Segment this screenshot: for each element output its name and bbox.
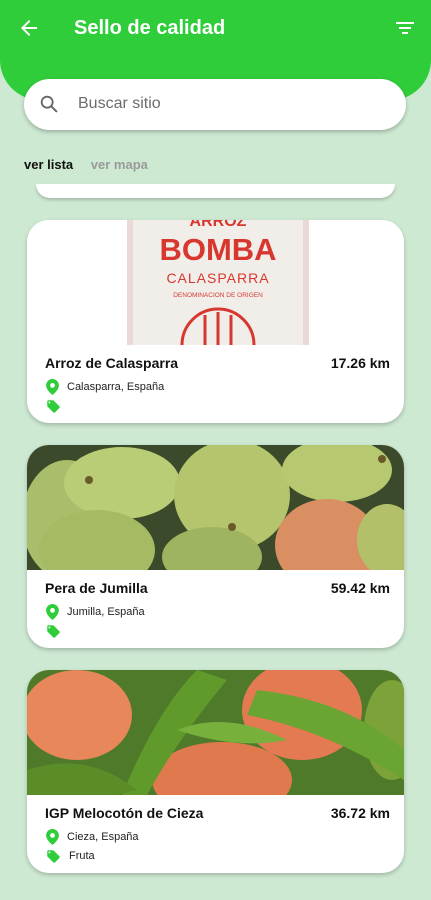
search-bar <box>24 79 406 130</box>
list-item[interactable]: ARROZ BOMBA CALASPARRA DENOMINACION DE O… <box>27 220 404 423</box>
tab-ver-lista[interactable]: ver lista <box>24 157 73 172</box>
filter-icon[interactable] <box>393 16 417 40</box>
location-pin-icon <box>46 604 59 620</box>
page-title: Sello de calidad <box>74 17 226 39</box>
search-icon <box>40 95 58 113</box>
search-input[interactable] <box>78 91 378 117</box>
tab-ver-mapa[interactable]: ver mapa <box>91 157 148 172</box>
peaches-image <box>27 670 404 795</box>
list-item[interactable]: Pera de Jumilla 59.42 km Jumilla, España <box>27 445 404 648</box>
arrow-back-icon[interactable] <box>17 16 41 40</box>
item-name: Arroz de Calasparra <box>45 355 179 371</box>
rice-sack-image: ARROZ BOMBA CALASPARRA DENOMINACION DE O… <box>27 220 404 345</box>
location-pin-icon <box>46 379 59 395</box>
item-tag: Fruta <box>69 850 95 862</box>
location-pin-icon <box>46 829 59 845</box>
pears-image <box>27 445 404 570</box>
list-item[interactable]: IGP Melocotón de Cieza 36.72 km Cieza, E… <box>27 670 404 873</box>
item-location: Jumilla, España <box>67 606 145 618</box>
tag-icon <box>47 624 60 638</box>
item-location: Calasparra, España <box>67 381 165 393</box>
tag-icon <box>47 849 60 863</box>
item-distance: 36.72 km <box>330 805 390 821</box>
item-name: IGP Melocotón de Cieza <box>45 805 204 821</box>
item-name: Pera de Jumilla <box>45 580 148 596</box>
rice-sack-place-text: CALASPARRA <box>166 270 269 286</box>
rice-sack-top-text: ARROZ <box>190 220 247 230</box>
rice-sack-seal-text: DENOMINACION DE ORIGEN <box>173 292 263 299</box>
item-distance: 59.42 km <box>330 580 390 596</box>
view-tabs: ver lista ver mapa <box>24 157 162 172</box>
item-location: Cieza, España <box>67 831 139 843</box>
rice-sack-brand-text: BOMBA <box>159 232 276 267</box>
previous-card-edge[interactable] <box>36 184 395 198</box>
tag-icon <box>47 399 60 413</box>
item-distance: 17.26 km <box>330 355 390 371</box>
